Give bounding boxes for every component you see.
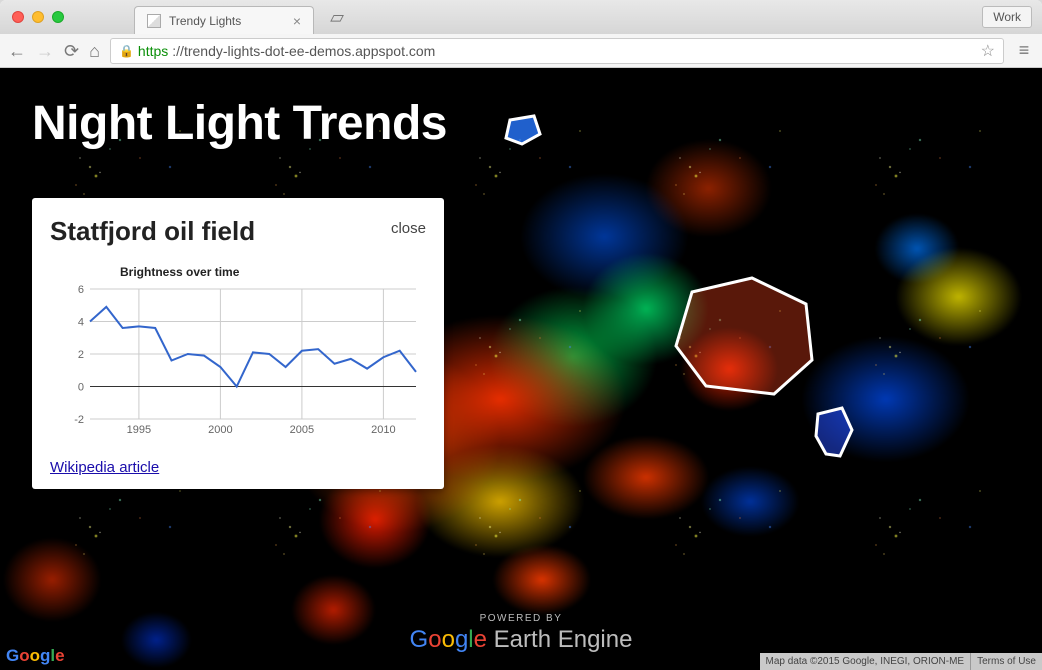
tab-close-icon[interactable]: ×	[293, 13, 301, 29]
browser-window: Trendy Lights × ▱ Work ← → ⟳ ⌂ 🔒 https:/…	[0, 0, 1042, 670]
reload-button[interactable]: ⟳	[64, 42, 79, 60]
chart-container: Brightness over time -2 0 2 4 6 1995 2000 2005 2…	[50, 265, 426, 443]
svg-text:4: 4	[78, 317, 84, 329]
map-attribution: Map data ©2015 Google, INEGI, ORION-ME T…	[760, 653, 1042, 670]
svg-text:2: 2	[78, 349, 84, 361]
back-button[interactable]: ←	[8, 42, 26, 60]
browser-toolbar: ← → ⟳ ⌂ 🔒 https://trendy-lights-dot-ee-d…	[0, 34, 1042, 68]
panel-title: Statfjord oil field	[50, 216, 255, 247]
url-path: ://trendy-lights-dot-ee-demos.appspot.co…	[172, 43, 435, 59]
earth-engine-brand: Google Earth Engine	[410, 626, 633, 654]
window-minimize[interactable]	[32, 11, 44, 23]
new-tab-button[interactable]: ▱	[326, 8, 348, 26]
svg-text:0: 0	[78, 382, 84, 394]
panel-close-button[interactable]: close	[391, 220, 426, 237]
browser-tab[interactable]: Trendy Lights ×	[134, 6, 314, 34]
page-title: Night Light Trends	[32, 96, 447, 151]
svg-text:2000: 2000	[208, 424, 232, 436]
map-credit: Map data ©2015 Google, INEGI, ORION-ME	[760, 653, 971, 670]
wikipedia-link[interactable]: Wikipedia article	[50, 459, 159, 476]
window-controls	[12, 11, 64, 23]
svg-text:-2: -2	[74, 414, 84, 426]
home-button[interactable]: ⌂	[89, 42, 100, 60]
hamburger-menu-icon[interactable]: ≡	[1014, 40, 1034, 61]
svg-text:1995: 1995	[127, 424, 151, 436]
svg-text:2010: 2010	[371, 424, 395, 436]
google-maps-logo[interactable]: Google	[6, 646, 65, 666]
url-scheme: https	[138, 43, 168, 59]
url-bar[interactable]: 🔒 https://trendy-lights-dot-ee-demos.app…	[110, 38, 1004, 64]
terms-link[interactable]: Terms of Use	[970, 653, 1042, 670]
lock-icon: 🔒	[119, 44, 134, 58]
window-close[interactable]	[12, 11, 24, 23]
profile-button[interactable]: Work	[982, 6, 1032, 28]
tab-strip: Trendy Lights × ▱ Work	[0, 0, 1042, 34]
info-panel: Statfjord oil field close Brightness ove…	[32, 198, 444, 489]
tab-title: Trendy Lights	[169, 14, 285, 28]
page-content: Night Light Trends Statfjord oil field c…	[0, 68, 1042, 670]
svg-text:2005: 2005	[290, 424, 314, 436]
chart-title: Brightness over time	[120, 265, 426, 279]
line-chart[interactable]: -2 0 2 4 6 1995 2000 2005 2010	[50, 283, 426, 443]
powered-by: POWERED BY Google Earth Engine	[410, 613, 633, 654]
page-favicon-icon	[147, 14, 161, 28]
bookmark-star-icon[interactable]: ☆	[981, 41, 995, 61]
powered-by-label: POWERED BY	[410, 613, 633, 624]
svg-text:6: 6	[78, 284, 84, 296]
nav-buttons: ← → ⟳ ⌂	[8, 42, 100, 60]
window-maximize[interactable]	[52, 11, 64, 23]
forward-button[interactable]: →	[36, 42, 54, 60]
